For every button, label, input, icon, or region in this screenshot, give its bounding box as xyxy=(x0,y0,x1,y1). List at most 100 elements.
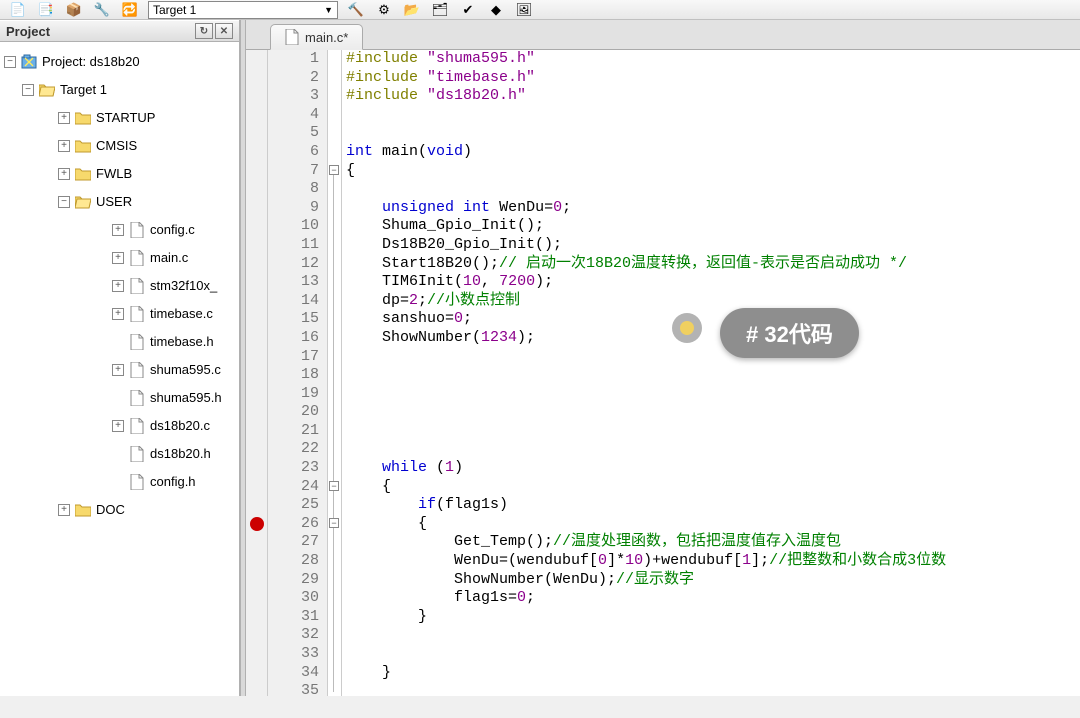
code-line[interactable]: if(flag1s) xyxy=(346,496,1080,515)
fold-column[interactable]: − − − xyxy=(328,50,342,696)
fold-toggle[interactable]: − xyxy=(329,165,339,175)
tree-target[interactable]: − Target 1 xyxy=(22,76,235,104)
panel-close-button[interactable]: ✕ xyxy=(215,23,233,39)
tree-file[interactable]: shuma595.h xyxy=(112,384,235,412)
expand-icon[interactable]: − xyxy=(58,196,70,208)
code-line[interactable]: #include "timebase.h" xyxy=(346,69,1080,88)
code-line[interactable]: WenDu=(wendubuf[0]*10)+wendubuf[1];//把整数… xyxy=(346,552,1080,571)
code-line[interactable]: int main(void) xyxy=(346,143,1080,162)
code-line[interactable]: #include "shuma595.h" xyxy=(346,50,1080,69)
tree-folder-doc[interactable]: +DOC xyxy=(58,496,235,524)
tree-label: stm32f10x_ xyxy=(150,273,217,299)
expand-icon[interactable]: + xyxy=(58,168,70,180)
file-icon xyxy=(128,250,146,266)
tree-file[interactable]: +timebase.c xyxy=(112,300,235,328)
toolbar-icon[interactable]: 🖼 xyxy=(514,2,534,18)
code-line[interactable]: TIM6Init(10, 7200); xyxy=(346,273,1080,292)
code-line[interactable]: sanshuo=0; xyxy=(346,310,1080,329)
file-icon xyxy=(128,306,146,322)
breakpoint-marker[interactable] xyxy=(250,517,264,531)
tree-file[interactable]: +ds18b20.c xyxy=(112,412,235,440)
code-line[interactable] xyxy=(346,403,1080,422)
toolbar-icon[interactable]: 🗂 xyxy=(430,2,450,18)
code-line[interactable]: Get_Temp();//温度处理函数，包括把温度值存入温度包 xyxy=(346,533,1080,552)
line-number: 13 xyxy=(268,273,319,292)
tree-file[interactable]: ds18b20.h xyxy=(112,440,235,468)
code-line[interactable] xyxy=(346,366,1080,385)
code-line[interactable]: ShowNumber(1234); xyxy=(346,329,1080,348)
expand-icon[interactable]: + xyxy=(112,252,124,264)
tree-file[interactable]: config.h xyxy=(112,468,235,496)
code-line[interactable] xyxy=(346,106,1080,125)
toolbar-icon[interactable]: 📄 xyxy=(8,2,28,18)
editor-tab-main[interactable]: main.c* xyxy=(270,24,363,50)
tree-folder-cmsis[interactable]: +CMSIS xyxy=(58,132,235,160)
code-line[interactable]: { xyxy=(346,515,1080,534)
code-line[interactable]: #include "ds18b20.h" xyxy=(346,87,1080,106)
code-line[interactable]: flag1s=0; xyxy=(346,589,1080,608)
tree-folder-fwlb[interactable]: + FWLB xyxy=(58,160,235,188)
code-line[interactable] xyxy=(346,348,1080,367)
fold-toggle[interactable]: − xyxy=(329,518,339,528)
code-line[interactable]: } xyxy=(346,608,1080,627)
expand-icon[interactable]: + xyxy=(112,308,124,320)
expand-icon[interactable]: + xyxy=(58,504,70,516)
expand-icon[interactable]: + xyxy=(112,224,124,236)
toolbar-icon[interactable]: 🔧 xyxy=(92,2,112,18)
tree-file[interactable]: +shuma595.c xyxy=(112,356,235,384)
code-line[interactable] xyxy=(346,180,1080,199)
code-line[interactable] xyxy=(346,440,1080,459)
toolbar-icon[interactable]: 🔁 xyxy=(120,2,140,18)
code-line[interactable]: ShowNumber(WenDu);//显示数字 xyxy=(346,571,1080,590)
tree-file[interactable]: +config.c xyxy=(112,216,235,244)
expand-icon[interactable]: + xyxy=(58,112,70,124)
code-line[interactable]: dp=2;//小数点控制 xyxy=(346,292,1080,311)
toolbar-icon[interactable]: 📂 xyxy=(402,2,422,18)
tree-folder-user[interactable]: −USER xyxy=(58,188,235,216)
code-line[interactable] xyxy=(346,645,1080,664)
code-line[interactable] xyxy=(346,682,1080,696)
code-line[interactable] xyxy=(346,422,1080,441)
tree-file[interactable]: timebase.h xyxy=(112,328,235,356)
code-content[interactable]: #include "shuma595.h"#include "timebase.… xyxy=(342,50,1080,696)
code-line[interactable]: { xyxy=(346,162,1080,181)
code-line[interactable] xyxy=(346,385,1080,404)
target-combo-label: Target 1 xyxy=(153,3,196,17)
toolbar-icon[interactable]: ◆ xyxy=(486,2,506,18)
expand-icon[interactable]: + xyxy=(112,364,124,376)
expand-icon[interactable]: + xyxy=(112,280,124,292)
code-line[interactable]: Shuma_Gpio_Init(); xyxy=(346,217,1080,236)
tree-folder-startup[interactable]: +STARTUP xyxy=(58,104,235,132)
spacer xyxy=(112,448,124,460)
code-line[interactable]: Ds18B20_Gpio_Init(); xyxy=(346,236,1080,255)
expand-icon[interactable]: − xyxy=(4,56,16,68)
target-combo[interactable]: Target 1 ▼ xyxy=(148,1,338,19)
fold-toggle[interactable]: − xyxy=(329,481,339,491)
folder-open-icon xyxy=(38,82,56,98)
toolbar-icon[interactable]: 📑 xyxy=(36,2,56,18)
toolbar-icon[interactable]: ⚙ xyxy=(374,2,394,18)
code-line[interactable]: } xyxy=(346,664,1080,683)
tree-root[interactable]: − Project: ds18b20 xyxy=(4,48,235,76)
expand-icon[interactable]: + xyxy=(112,420,124,432)
expand-icon[interactable]: − xyxy=(22,84,34,96)
tree-file[interactable]: + stm32f10x_ xyxy=(112,272,235,300)
code-line[interactable]: Start18B20();// 启动一次18B20温度转换，返回值-表示是否启动… xyxy=(346,255,1080,274)
project-tree[interactable]: − Project: ds18b20 − xyxy=(0,42,239,696)
toolbar-icon[interactable]: ✔ xyxy=(458,2,478,18)
code-line[interactable]: while (1) xyxy=(346,459,1080,478)
tree-file[interactable]: +main.c xyxy=(112,244,235,272)
toolbar-icon[interactable]: 🔨 xyxy=(346,2,366,18)
line-number: 28 xyxy=(268,552,319,571)
line-number: 5 xyxy=(268,124,319,143)
code-line[interactable]: unsigned int WenDu=0; xyxy=(346,199,1080,218)
code-editor[interactable]: 1234567891011121314151617181920212223242… xyxy=(246,50,1080,696)
toolbar-icon[interactable]: 📦 xyxy=(64,2,84,18)
code-line[interactable]: { xyxy=(346,478,1080,497)
tree-label: FWLB xyxy=(96,161,132,187)
expand-icon[interactable]: + xyxy=(58,140,70,152)
panel-refresh-button[interactable]: ↻ xyxy=(195,23,213,39)
breakpoint-margin[interactable] xyxy=(246,50,268,696)
code-line[interactable] xyxy=(346,626,1080,645)
code-line[interactable] xyxy=(346,124,1080,143)
